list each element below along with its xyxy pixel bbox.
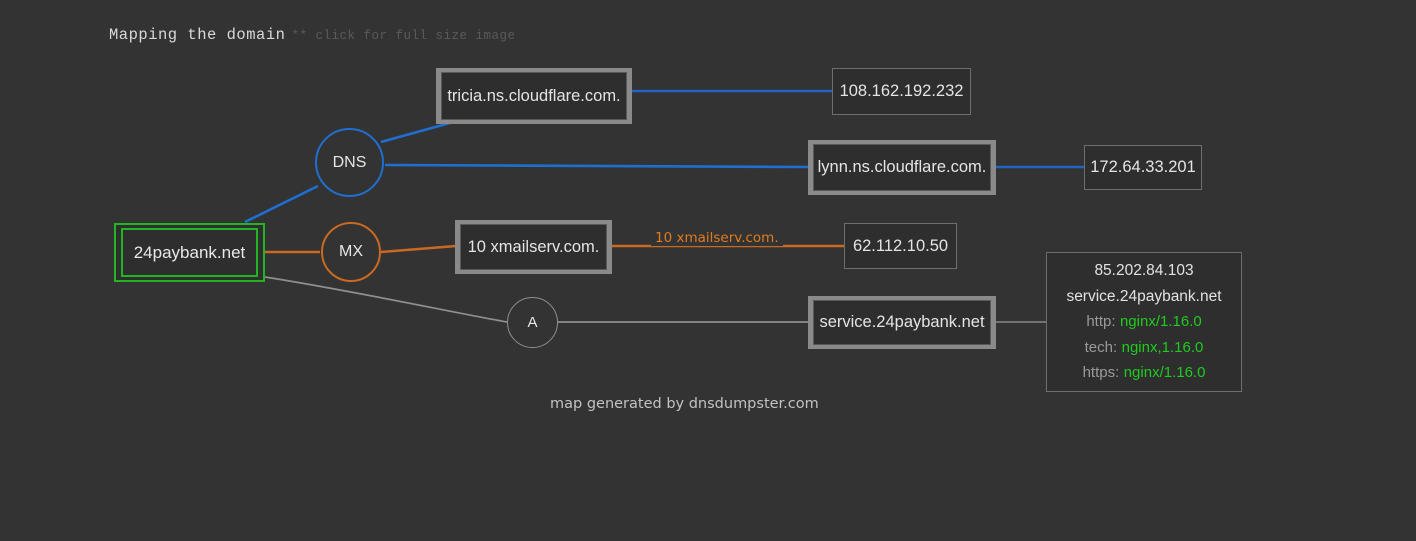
service-info-row-https-value: nginx/1.16.0: [1123, 364, 1206, 382]
node-root-domain-label: 24paybank.net: [121, 228, 258, 277]
service-info-row-http: http: nginx/1.16.0: [1086, 309, 1201, 335]
service-info-row-https: https: nginx/1.16.0: [1083, 360, 1206, 386]
node-mx-ip-label: 62.112.10.50: [852, 236, 949, 255]
node-type-a-label: A: [527, 314, 538, 331]
service-info-row-tech-value: nginx,1.16.0: [1121, 338, 1204, 356]
node-a-service[interactable]: service.24paybank.net: [808, 296, 996, 349]
service-info-row-http-key: http:: [1086, 313, 1116, 331]
edge-label-mx: 10 xmailserv.com.: [651, 230, 783, 246]
node-type-mx-label: MX: [339, 243, 363, 260]
node-mx-host[interactable]: 10 xmailserv.com.: [455, 220, 612, 274]
edge-root-a: [264, 276, 508, 323]
service-info-row-http-value: nginx/1.16.0: [1119, 313, 1202, 331]
node-type-a[interactable]: A: [507, 297, 558, 348]
edge-dns-lynn: [384, 163, 813, 169]
map-attribution: map generated by dnsdumpster.com: [550, 396, 819, 412]
node-ns-lynn-label: lynn.ns.cloudflare.com.: [813, 144, 991, 191]
service-info-row-tech-key: tech:: [1084, 338, 1118, 356]
node-ns-tricia-label: tricia.ns.cloudflare.com.: [441, 72, 627, 120]
node-root-domain[interactable]: 24paybank.net: [114, 223, 265, 282]
node-a-service-label: service.24paybank.net: [813, 300, 991, 345]
dns-map-canvas: Mapping the domain ** click for full size…: [0, 0, 1416, 541]
node-mx-host-label: 10 xmailserv.com.: [460, 224, 607, 270]
service-info-ip: 85.202.84.103: [1094, 262, 1194, 280]
node-ip-tricia[interactable]: 108.162.192.232: [832, 68, 971, 115]
node-ip-lynn-label: 172.64.33.201: [1090, 158, 1196, 176]
service-info-row-https-key: https:: [1082, 364, 1120, 382]
service-info-hostname: service.24paybank.net: [1066, 287, 1222, 305]
edge-mx-host: [380, 244, 457, 254]
edge-root-dns: [244, 184, 319, 224]
node-ns-tricia[interactable]: tricia.ns.cloudflare.com.: [436, 68, 632, 124]
node-type-dns[interactable]: DNS: [315, 128, 384, 197]
service-info-panel[interactable]: 85.202.84.103 service.24paybank.net http…: [1046, 252, 1242, 392]
node-ip-tricia-label: 108.162.192.232: [839, 82, 964, 100]
node-mx-ip[interactable]: 62.112.10.50: [844, 223, 957, 269]
node-ip-lynn[interactable]: 172.64.33.201: [1084, 145, 1202, 190]
node-type-mx[interactable]: MX: [321, 222, 381, 282]
service-info-row-tech: tech: nginx,1.16.0: [1085, 335, 1204, 361]
node-ns-lynn[interactable]: lynn.ns.cloudflare.com.: [808, 140, 996, 195]
node-type-dns-label: DNS: [332, 153, 367, 171]
